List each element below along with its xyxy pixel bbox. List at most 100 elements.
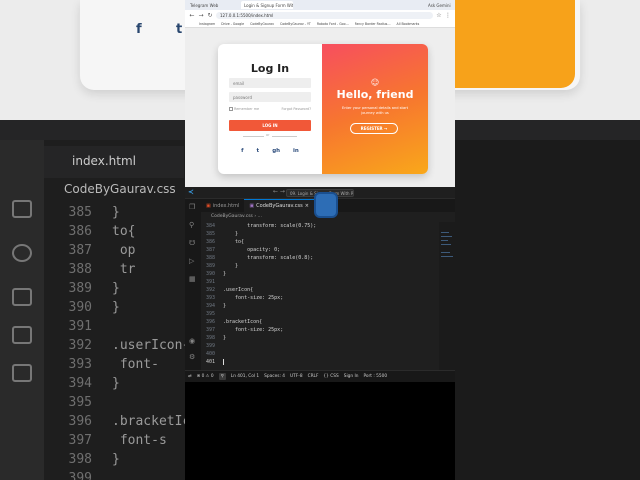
facebook-icon[interactable]: f: [241, 148, 243, 154]
code-line[interactable]: 391: [201, 278, 439, 286]
line-number: 393: [205, 295, 215, 301]
line-number: 384: [205, 223, 215, 229]
address-bar[interactable]: 127.0.0.1:5500/index.html: [216, 12, 433, 19]
bookmark[interactable]: CodeByGaurav: [250, 22, 274, 26]
twitter-icon: t: [176, 22, 183, 37]
close-icon[interactable]: ×: [305, 203, 309, 209]
bookmark[interactable]: Drive - Google: [221, 22, 244, 26]
line-number: 390: [205, 271, 215, 277]
zoom-icon[interactable]: ⚲: [218, 373, 226, 380]
code-line[interactable]: 388 transform: scale(0.8);: [201, 254, 439, 262]
line-text: opacity: 0;: [223, 247, 281, 253]
code-line[interactable]: 389 }: [201, 262, 439, 270]
line-text: .bracketIcon{: [223, 319, 263, 325]
star-icon[interactable]: ☆: [436, 12, 442, 19]
line-number: 399: [205, 343, 215, 349]
line-number: 395: [205, 311, 215, 317]
line-text: }: [223, 263, 239, 269]
login-card: Log In email password Remember me Forgot…: [218, 44, 428, 174]
files-icon[interactable]: ❐: [189, 203, 195, 211]
settings-gear-icon[interactable]: ⚙: [189, 353, 195, 361]
code-line[interactable]: 387 opacity: 0;: [201, 246, 439, 254]
bookmarks-bar: Instagram Drive - Google CodeByGaurav Co…: [185, 21, 455, 28]
account-icon[interactable]: ◉: [189, 337, 195, 345]
checkbox-icon[interactable]: [229, 107, 233, 111]
promo-panel: ☺ Hello, friend Enter your personal deta…: [322, 44, 428, 174]
code-line[interactable]: 393 font-size: 25px;: [201, 294, 439, 302]
gemini-button[interactable]: Ask Gemini: [425, 1, 455, 9]
code-line[interactable]: 397 font-size: 25px;: [201, 326, 439, 334]
code-line[interactable]: 390}: [201, 270, 439, 278]
web-page: Log In email password Remember me Forgot…: [185, 28, 455, 187]
indentation[interactable]: Spaces: 4: [264, 374, 285, 379]
bookmark[interactable]: Instagram: [199, 22, 215, 26]
back-icon[interactable]: ←: [189, 12, 195, 19]
remote-icon[interactable]: ⇄: [188, 374, 192, 379]
code-line[interactable]: 400: [201, 350, 439, 358]
background-code-line: 398}: [44, 452, 120, 467]
line-number: 394: [68, 376, 92, 391]
bookmark[interactable]: Fancy Border Radius…: [355, 22, 391, 26]
vscode-window: ≺ ← → 09. Login & Signup Form With Re… ❐…: [185, 187, 455, 382]
tab-css[interactable]: ▣ CodeByGaurav.css ×: [244, 199, 314, 212]
social-links: f t gh in: [218, 148, 322, 154]
sign-in[interactable]: Sign In: [344, 374, 359, 379]
code-line[interactable]: 384 transform: scale(0.75);: [201, 222, 439, 230]
code-line[interactable]: 385 }: [201, 230, 439, 238]
github-icon[interactable]: gh: [272, 148, 280, 154]
cursor-position[interactable]: Ln 401, Col 1: [231, 374, 259, 379]
run-debug-icon[interactable]: ▷: [189, 257, 194, 265]
background-code-line: 386 to{: [44, 224, 136, 239]
background-code-line: 391: [44, 319, 112, 334]
code-line[interactable]: 401: [201, 358, 439, 366]
twitter-icon[interactable]: t: [257, 148, 260, 154]
tab-index-html[interactable]: ▣ index.html: [201, 199, 244, 212]
register-button[interactable]: REGISTER →: [350, 123, 398, 134]
browser-tab-bar: Telegram Web Login & Signup Form With Re…: [185, 0, 455, 10]
encoding[interactable]: UTF-8: [290, 374, 303, 379]
forward-icon[interactable]: →: [198, 12, 204, 19]
extensions-icon[interactable]: ▦: [189, 275, 196, 283]
code-line[interactable]: 399: [201, 342, 439, 350]
bookmark[interactable]: CodeByGaurav - YT: [280, 22, 311, 26]
code-editor[interactable]: 384 transform: scale(0.75); 385 } 386 to{3…: [201, 222, 439, 370]
code-line[interactable]: 395: [201, 310, 439, 318]
reload-icon[interactable]: ↻: [207, 12, 213, 19]
line-ending[interactable]: CRLF: [308, 374, 319, 379]
code-line[interactable]: 386 to{: [201, 238, 439, 246]
nav-arrows-icon[interactable]: ← →: [273, 188, 285, 195]
line-text: font-size: 25px;: [223, 295, 284, 301]
background-breadcrumb: CodeByGaurav.css: [64, 182, 176, 196]
screen: f t index.html CodeByGaurav.css 385} 386 t…: [0, 0, 640, 480]
code-line[interactable]: 392 .userIcon{: [201, 286, 439, 294]
code-line[interactable]: 398}: [201, 334, 439, 342]
bookmark[interactable]: Roboto Font - Goo…: [317, 22, 349, 26]
email-field[interactable]: email: [229, 78, 311, 88]
problems-indicator[interactable]: ⊗ 0 ⚠ 0: [197, 374, 214, 379]
bookmark[interactable]: All Bookmarks: [397, 22, 420, 26]
minimap[interactable]: [439, 222, 455, 370]
background-tab: index.html: [44, 146, 184, 178]
login-button[interactable]: LOG IN: [229, 120, 311, 131]
code-line[interactable]: 394}: [201, 302, 439, 310]
remember-checkbox[interactable]: Remember me: [229, 107, 259, 111]
css-file-icon: ▣: [249, 203, 255, 209]
login-title: Log In: [250, 62, 290, 75]
code-line[interactable]: 396 .bracketIcon{: [201, 318, 439, 326]
password-field[interactable]: password: [229, 92, 311, 102]
line-number: 401: [205, 359, 215, 365]
menu-icon[interactable]: ⋮: [445, 12, 451, 19]
linkedin-icon[interactable]: in: [293, 148, 299, 154]
live-server-port[interactable]: Port : 5500: [363, 374, 387, 379]
forgot-password-link[interactable]: Forgot Password?: [281, 107, 311, 111]
background-code-line: 397 font-s: [44, 433, 167, 448]
browser-tab-active[interactable]: Login & Signup Form With Re…: [241, 1, 293, 9]
line-number: 397: [68, 433, 92, 448]
browser-tab[interactable]: Telegram Web: [187, 1, 239, 9]
language-mode[interactable]: {} CSS: [323, 374, 338, 379]
line-number: 399: [68, 471, 92, 480]
user-icon: ☺: [370, 78, 380, 87]
search-icon[interactable]: ⚲: [189, 221, 194, 229]
source-control-icon[interactable]: ☋: [189, 239, 195, 247]
line-text: .bracketIc: [112, 414, 191, 429]
